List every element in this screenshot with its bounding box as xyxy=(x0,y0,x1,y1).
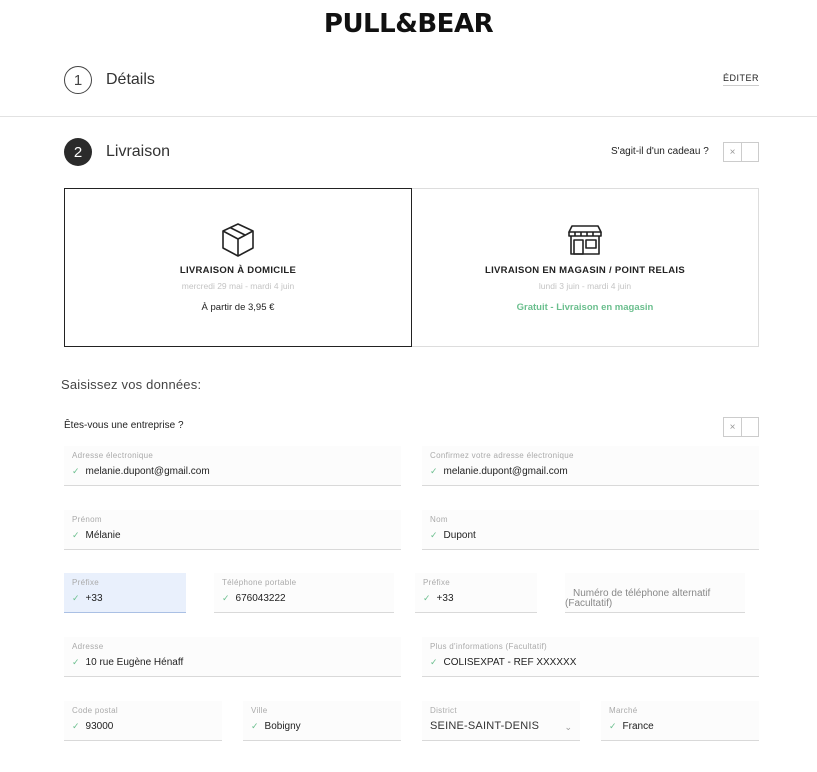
field-value: melanie.dupont@gmail.com xyxy=(85,466,210,477)
chevron-down-icon: ⌄ xyxy=(564,722,572,732)
check-icon: ✓ xyxy=(72,530,80,540)
check-icon: ✓ xyxy=(430,530,438,540)
field-label: Nom xyxy=(430,515,448,524)
check-icon: ✓ xyxy=(430,657,438,667)
step-label: Détails xyxy=(106,71,155,88)
field-label: Plus d'informations (Facultatif) xyxy=(430,642,547,651)
shipping-price: À partir de 3,95 € xyxy=(201,302,275,313)
close-icon: × xyxy=(724,418,742,436)
check-icon: ✓ xyxy=(72,593,80,603)
check-icon: ✓ xyxy=(423,593,431,603)
field-value: France xyxy=(622,721,654,732)
gift-toggle[interactable]: × xyxy=(723,142,759,162)
field-value: +33 xyxy=(85,593,103,604)
check-icon: ✓ xyxy=(72,657,80,667)
step-delivery: 2 Livraison xyxy=(64,138,170,166)
field-label: Adresse xyxy=(72,642,104,651)
company-toggle[interactable]: × xyxy=(723,417,759,437)
placeholder-line: (Facultatif) xyxy=(565,598,613,609)
form-title: Saisissez vos données: xyxy=(61,377,202,392)
shipping-dates: mercredi 29 mai - mardi 4 juin xyxy=(181,281,295,291)
field-label: District xyxy=(430,706,457,715)
shipping-title: LIVRAISON EN MAGASIN / POINT RELAIS xyxy=(485,265,685,276)
step-label: Livraison xyxy=(106,143,171,160)
step-details: 1 Détails xyxy=(64,66,155,94)
mobile-phone-field[interactable]: Téléphone portable ✓ 676043222 xyxy=(214,573,394,613)
field-value: SEINE-SAINT-DENIS xyxy=(430,720,540,732)
city-field[interactable]: Ville ✓ Bobigny xyxy=(243,701,401,741)
field-label: Prénom xyxy=(72,515,102,524)
postcode-field[interactable]: Code postal ✓ 93000 xyxy=(64,701,222,741)
close-icon: × xyxy=(724,143,742,161)
field-value: 93000 xyxy=(85,721,114,732)
field-label: Confirmez votre adresse électronique xyxy=(430,451,574,460)
check-icon: ✓ xyxy=(609,721,617,731)
market-field[interactable]: Marché ✓ France xyxy=(601,701,759,741)
check-icon: ✓ xyxy=(72,466,80,476)
gift-label: S'agit-il d'un cadeau ? xyxy=(611,146,709,157)
field-label: Préfixe xyxy=(423,578,450,587)
address-field[interactable]: Adresse ✓ 10 rue Eugène Hénaff xyxy=(64,637,401,677)
field-label: Ville xyxy=(251,706,268,715)
field-value: Mélanie xyxy=(85,530,121,541)
district-select[interactable]: District SEINE-SAINT-DENIS ⌄ xyxy=(422,701,580,741)
field-label: Téléphone portable xyxy=(222,578,297,587)
check-icon: ✓ xyxy=(222,593,230,603)
field-label: Adresse électronique xyxy=(72,451,154,460)
first-name-field[interactable]: Prénom ✓ Mélanie xyxy=(64,510,401,550)
field-value: 10 rue Eugène Hénaff xyxy=(85,657,184,668)
step-number: 1 xyxy=(64,66,92,94)
field-label: Marché xyxy=(609,706,638,715)
field-value: Dupont xyxy=(443,530,476,541)
shipping-price: Gratuit - Livraison en magasin xyxy=(516,302,654,313)
email-field[interactable]: Adresse électronique ✓ melanie.dupont@gma… xyxy=(64,446,401,486)
address-more-field[interactable]: Plus d'informations (Facultatif) ✓ COLISE… xyxy=(422,637,759,677)
step-number: 2 xyxy=(64,138,92,166)
check-icon: ✓ xyxy=(430,466,438,476)
company-label: Êtes-vous une entreprise ? xyxy=(64,420,184,431)
field-placeholder: Numéro de téléphone alternatif (Facultat… xyxy=(565,589,710,609)
field-value: Bobigny xyxy=(264,721,301,732)
email-confirm-field[interactable]: Confirmez votre adresse électronique ✓ me… xyxy=(422,446,759,486)
section-divider xyxy=(0,116,817,117)
field-value: COLISEXPAT - REF XXXXXX xyxy=(443,657,577,668)
field-value: melanie.dupont@gmail.com xyxy=(443,466,568,477)
check-icon: ✓ xyxy=(72,721,80,731)
alt-phone-field[interactable]: Numéro de téléphone alternatif (Facultat… xyxy=(565,573,745,613)
field-value: 676043222 xyxy=(235,593,286,604)
store-icon xyxy=(568,225,602,255)
check-icon: ✓ xyxy=(251,721,259,731)
field-label: Préfixe xyxy=(72,578,99,587)
field-value: +33 xyxy=(436,593,454,604)
shipping-dates: lundi 3 juin - mardi 4 juin xyxy=(538,281,632,291)
last-name-field[interactable]: Nom ✓ Dupont xyxy=(422,510,759,550)
phone-prefix-field[interactable]: Préfixe ✓ +33 xyxy=(64,573,186,613)
shipping-title: LIVRAISON À DOMICILE xyxy=(179,265,297,276)
field-label: Code postal xyxy=(72,706,118,715)
edit-details-link[interactable]: ÉDITER xyxy=(722,73,759,86)
store-delivery-option[interactable]: LIVRAISON EN MAGASIN / POINT RELAIS lund… xyxy=(412,188,759,347)
alt-phone-prefix-field[interactable]: Préfixe ✓ +33 xyxy=(415,573,537,613)
home-delivery-option[interactable]: LIVRAISON À DOMICILE mercredi 29 mai - m… xyxy=(64,188,412,347)
package-icon xyxy=(222,223,254,257)
brand-logo[interactable]: PULL&BEAR xyxy=(0,9,817,39)
